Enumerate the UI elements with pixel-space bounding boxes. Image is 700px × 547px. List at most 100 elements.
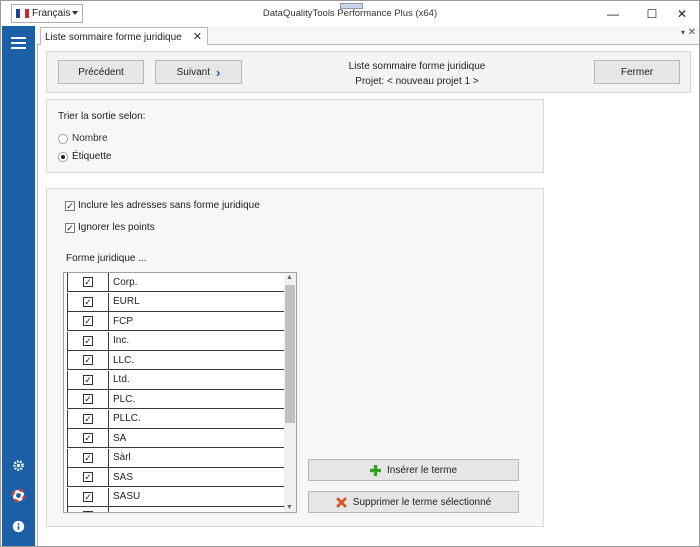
insert-term-label: Insérer le terme: [386, 464, 458, 476]
checkbox-checked[interactable]: ✓: [83, 413, 93, 424]
scroll-up-arrow-icon[interactable]: ▲: [286, 274, 293, 281]
checkbox-checked[interactable]: ✓: [83, 296, 93, 307]
row-checkbox-cell[interactable]: ✓: [67, 312, 109, 330]
row-checkbox-cell[interactable]: ✓: [67, 370, 109, 389]
row-checkbox-cell[interactable]: ✓: [67, 409, 109, 428]
insert-term-button[interactable]: Insérer le terme: [308, 459, 519, 481]
include-no-legal-form-checkbox[interactable]: ✓ Inclure les adresses sans forme juridi…: [65, 200, 260, 211]
sidebar: [2, 26, 35, 546]
checkbox-checked[interactable]: ✓: [83, 355, 93, 365]
row-checkbox-cell[interactable]: ✓: [67, 507, 109, 512]
legal-form-cell[interactable]: Corp.: [109, 273, 285, 291]
row-checkbox-cell[interactable]: ✓: [67, 292, 109, 311]
scrollbar-thumb[interactable]: [285, 285, 295, 423]
table-row[interactable]: ✓ SA: [67, 429, 285, 448]
radio-button[interactable]: [58, 133, 68, 144]
checkbox-checked[interactable]: ✓: [65, 222, 75, 233]
checkbox-checked[interactable]: ✓: [83, 394, 93, 404]
legal-form-cell[interactable]: PLC.: [109, 390, 285, 408]
legal-form-cell[interactable]: Inc.: [109, 331, 285, 350]
checkbox-checked[interactable]: ✓: [83, 433, 93, 443]
delete-term-label: Supprimer le terme sélectionné: [352, 496, 492, 508]
table-row[interactable]: ✓ Corp.: [67, 273, 285, 292]
table-row[interactable]: ✓ SASU: [67, 487, 285, 507]
legal-form-cell[interactable]: PLLC.: [109, 409, 285, 428]
options-panel: ✓ Inclure les adresses sans forme juridi…: [46, 188, 544, 527]
legal-form-cell[interactable]: Ltd.: [109, 370, 285, 389]
checkbox-checked[interactable]: ✓: [83, 335, 93, 346]
table-row[interactable]: ✓ FCP: [67, 312, 285, 331]
row-checkbox-cell[interactable]: ✓: [67, 487, 109, 506]
title-bar: Français DataQualityTools Performance Pl…: [1, 1, 699, 26]
checkbox-label: Inclure les adresses sans forme juridiqu…: [78, 200, 260, 211]
row-checkbox-cell[interactable]: ✓: [67, 351, 109, 369]
info-icon[interactable]: [11, 519, 26, 534]
sort-option-label: Nombre: [72, 133, 108, 144]
vertical-scrollbar[interactable]: ▲ ▼: [284, 273, 296, 512]
checkbox-checked[interactable]: ✓: [83, 277, 93, 287]
checkbox-checked[interactable]: ✓: [83, 452, 93, 463]
help-lifebuoy-icon[interactable]: [11, 488, 26, 503]
legal-form-cell[interactable]: SASU: [109, 487, 285, 506]
legal-form-cell[interactable]: SCA: [109, 507, 285, 512]
settings-gear-icon[interactable]: [11, 458, 26, 473]
table-row[interactable]: ✓ SCA: [67, 507, 285, 512]
ignore-dots-checkbox[interactable]: ✓ Ignorer les points: [65, 222, 155, 233]
checkbox-checked[interactable]: ✓: [83, 374, 93, 385]
legal-form-cell[interactable]: SA: [109, 429, 285, 447]
app-title: DataQualityTools Performance Plus (x64): [262, 8, 438, 19]
row-checkbox-cell[interactable]: ✓: [67, 468, 109, 486]
toolbar-title: Liste sommaire forme juridique Projet: <…: [327, 59, 507, 89]
legal-form-grid[interactable]: ✓ Corp. ✓ EURL ✓ FCP ✓ Inc. ✓ LLC. ✓ Ltd. ✓ PLC. ✓ PLLC…: [63, 272, 297, 513]
minimize-button[interactable]: —: [596, 1, 630, 26]
legal-form-cell[interactable]: EURL: [109, 292, 285, 311]
checkbox-checked[interactable]: ✓: [83, 316, 93, 326]
row-checkbox-cell[interactable]: ✓: [67, 429, 109, 447]
tab-strip: Liste sommaire forme juridique ✕ ▾ ✕: [37, 26, 699, 46]
row-checkbox-cell[interactable]: ✓: [67, 448, 109, 467]
table-row[interactable]: ✓ LLC.: [67, 351, 285, 370]
table-row[interactable]: ✓ EURL: [67, 292, 285, 312]
sort-panel: Trier la sortie selon: Nombre Étiquette: [46, 99, 544, 173]
tab-close-icon[interactable]: ✕: [193, 30, 202, 43]
next-button[interactable]: Suivant ›: [155, 60, 242, 84]
hamburger-menu-icon[interactable]: [11, 37, 26, 52]
close-button[interactable]: Fermer: [594, 60, 680, 84]
row-checkbox-cell[interactable]: ✓: [67, 331, 109, 350]
checkbox-checked[interactable]: ✓: [65, 200, 75, 211]
legal-form-list-label: Forme juridique ...: [66, 253, 147, 264]
previous-button[interactable]: Précédent: [58, 60, 144, 84]
table-row[interactable]: ✓ PLLC.: [67, 409, 285, 429]
table-row[interactable]: ✓ Inc.: [67, 331, 285, 351]
table-row[interactable]: ✓ PLC.: [67, 390, 285, 409]
radio-button-selected[interactable]: [58, 151, 68, 162]
sort-option-count[interactable]: Nombre: [58, 133, 108, 144]
row-checkbox-cell[interactable]: ✓: [67, 390, 109, 408]
sort-option-label-choice[interactable]: Étiquette: [58, 151, 111, 162]
project-label: Projet: < nouveau projet 1 >: [355, 76, 479, 87]
checkbox-checked[interactable]: ✓: [83, 511, 93, 512]
plus-icon: [369, 464, 381, 476]
tab-list-dropdown-icon[interactable]: ▾: [681, 28, 685, 37]
delete-x-icon: [335, 496, 347, 508]
checkbox-label: Ignorer les points: [78, 222, 155, 233]
scroll-down-arrow-icon[interactable]: ▼: [286, 504, 293, 511]
row-checkbox-cell[interactable]: ✓: [67, 273, 109, 291]
sort-label: Trier la sortie selon:: [58, 111, 146, 122]
legal-form-cell[interactable]: FCP: [109, 312, 285, 330]
report-title: Liste sommaire forme juridique: [348, 61, 486, 72]
legal-form-cell[interactable]: Sàrl: [109, 448, 285, 467]
delete-selected-term-button[interactable]: Supprimer le terme sélectionné: [308, 491, 519, 513]
legal-form-cell[interactable]: LLC.: [109, 351, 285, 369]
tab-legal-form-summary[interactable]: Liste sommaire forme juridique ✕: [40, 27, 208, 46]
maximize-button[interactable]: ☐: [635, 1, 669, 26]
close-all-tabs-icon[interactable]: ✕: [688, 27, 696, 38]
table-row[interactable]: ✓ Sàrl: [67, 448, 285, 468]
checkbox-checked[interactable]: ✓: [83, 491, 93, 502]
table-row[interactable]: ✓ SAS: [67, 468, 285, 487]
table-row[interactable]: ✓ Ltd.: [67, 370, 285, 390]
checkbox-checked[interactable]: ✓: [83, 472, 93, 482]
legal-form-cell[interactable]: SAS: [109, 468, 285, 486]
close-window-button[interactable]: ✕: [665, 1, 699, 26]
previous-button-label: Précédent: [78, 66, 124, 78]
